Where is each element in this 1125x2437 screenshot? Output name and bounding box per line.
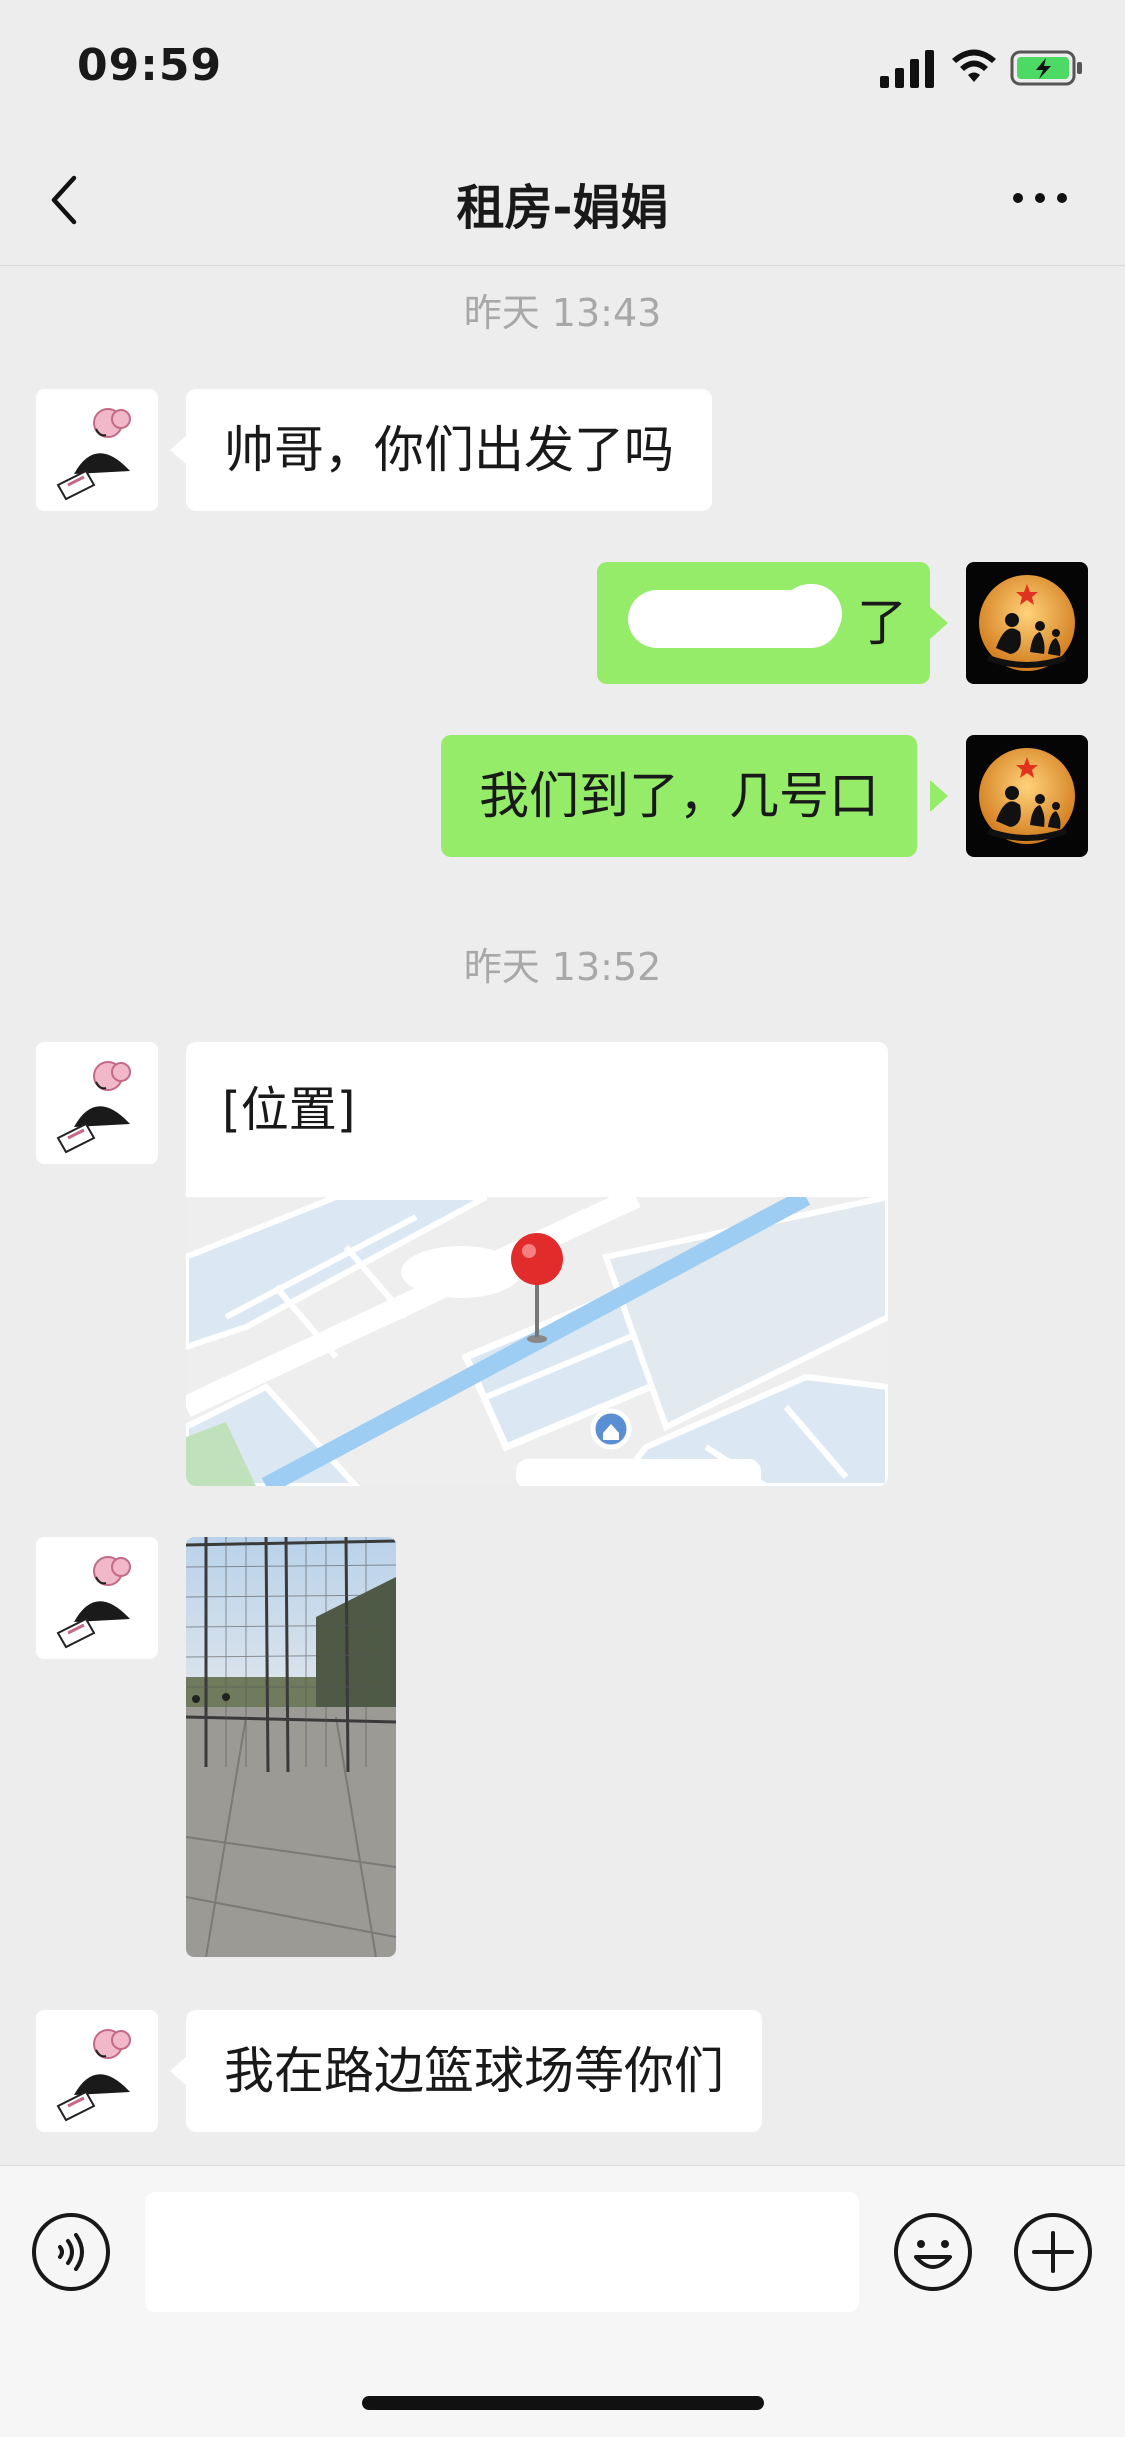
chat-title: 租房-娟娟 xyxy=(456,180,669,236)
girl-illustration-icon xyxy=(56,1556,131,1649)
girl-illustration-icon xyxy=(56,1061,131,1154)
message-bubble[interactable]: 我们到了，几号口 xyxy=(441,735,917,857)
wifi-icon xyxy=(952,49,996,82)
map-thumbnail[interactable] xyxy=(186,1197,888,1486)
message-bubble[interactable]: 我在路边篮球场等你们 xyxy=(186,2010,762,2132)
avatar[interactable] xyxy=(966,562,1088,684)
avatar[interactable] xyxy=(966,735,1088,857)
message-bubble[interactable]: 帅哥，你们出发了吗 xyxy=(186,389,712,511)
emoji-icon[interactable] xyxy=(892,2211,974,2293)
bubble-tail xyxy=(930,780,948,812)
girl-illustration-icon xyxy=(56,408,131,501)
timestamp: 昨天 13:52 xyxy=(463,945,662,989)
timestamp: 昨天 13:43 xyxy=(463,291,662,335)
avatar[interactable] xyxy=(36,1042,158,1164)
dragon-ball-icon xyxy=(979,575,1075,671)
voice-icon[interactable] xyxy=(30,2211,112,2293)
home-indicator xyxy=(362,2396,764,2410)
avatar[interactable] xyxy=(36,2010,158,2132)
battery-charging-icon xyxy=(1010,50,1082,86)
dragon-ball-icon xyxy=(979,748,1075,844)
avatar[interactable] xyxy=(36,1537,158,1659)
message-text: 了 xyxy=(857,594,907,652)
more-icon[interactable] xyxy=(1010,178,1070,218)
location-card[interactable]: [位置] xyxy=(186,1042,888,1486)
message-input[interactable] xyxy=(145,2192,859,2312)
avatar[interactable] xyxy=(36,389,158,511)
bubble-tail xyxy=(930,607,948,639)
signal-icon xyxy=(880,50,934,88)
status-time: 09:59 xyxy=(77,40,223,91)
redaction-mark xyxy=(780,584,842,644)
plus-icon[interactable] xyxy=(1012,2211,1094,2293)
location-label: [位置] xyxy=(222,1082,356,1138)
girl-illustration-icon xyxy=(56,2029,131,2122)
photo-thumbnail[interactable] xyxy=(186,1537,396,1957)
